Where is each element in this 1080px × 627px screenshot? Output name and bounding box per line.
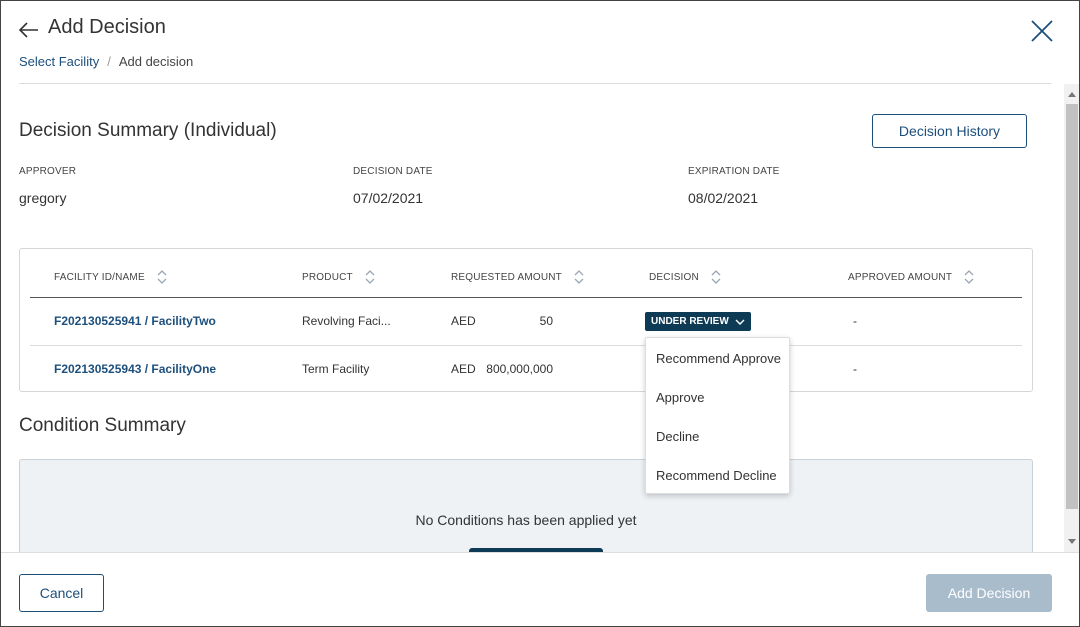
condition-summary-title: Condition Summary bbox=[19, 415, 186, 436]
approved-amount-cell: - bbox=[853, 314, 857, 328]
breadcrumb-separator: / bbox=[107, 54, 111, 69]
facility-link[interactable]: F202130525941 / FacilityTwo bbox=[54, 314, 216, 328]
approver-field: APPROVER gregory bbox=[19, 166, 76, 206]
arrow-left-icon[interactable] bbox=[17, 18, 41, 42]
footer-divider bbox=[1, 552, 1079, 553]
scrollbar-thumb[interactable] bbox=[1066, 104, 1078, 509]
product-cell: Revolving Faci... bbox=[302, 314, 391, 328]
row-divider bbox=[30, 345, 1022, 346]
menu-item-recommend-approve[interactable]: Recommend Approve bbox=[656, 351, 781, 366]
col-header-requested-amount[interactable]: REQUESTED AMOUNT bbox=[451, 270, 584, 284]
decision-options-menu: Recommend Approve Approve Decline Recomm… bbox=[645, 337, 790, 494]
decision-summary-title: Decision Summary (Individual) bbox=[19, 120, 277, 141]
table-header-divider bbox=[30, 297, 1022, 298]
expiration-date-label: EXPIRATION DATE bbox=[688, 166, 780, 177]
sort-icon[interactable] bbox=[157, 270, 167, 284]
menu-item-approve[interactable]: Approve bbox=[656, 390, 704, 405]
sort-icon[interactable] bbox=[574, 270, 584, 284]
modal-body[interactable]: Decision Summary (Individual) Decision H… bbox=[1, 84, 1063, 552]
currency-cell: AED bbox=[451, 362, 476, 376]
sort-icon[interactable] bbox=[964, 270, 974, 284]
breadcrumb: Select Facility / Add decision bbox=[19, 54, 193, 69]
decision-status-dropdown[interactable]: UNDER REVIEW bbox=[645, 312, 751, 331]
sort-icon[interactable] bbox=[711, 270, 721, 284]
scroll-up-arrow-icon[interactable] bbox=[1068, 92, 1076, 97]
product-cell: Term Facility bbox=[302, 362, 370, 376]
add-decision-modal: Add Decision Select Facility / Add decisio… bbox=[0, 0, 1080, 627]
conditions-empty-panel: No Conditions has been applied yet bbox=[19, 459, 1033, 552]
decision-date-field: DECISION DATE 07/02/2021 bbox=[353, 166, 433, 206]
decision-date-value: 07/02/2021 bbox=[353, 190, 424, 206]
menu-item-decline[interactable]: Decline bbox=[656, 429, 699, 444]
chevron-down-icon bbox=[735, 319, 745, 325]
facility-link[interactable]: F202130525943 / FacilityOne bbox=[54, 362, 216, 376]
currency-cell: AED bbox=[451, 314, 476, 328]
add-decision-button[interactable]: Add Decision bbox=[926, 574, 1052, 612]
col-header-label: DECISION bbox=[649, 271, 699, 283]
page-title: Add Decision bbox=[48, 16, 166, 38]
col-header-approved-amount[interactable]: APPROVED AMOUNT bbox=[848, 270, 974, 284]
approver-label: APPROVER bbox=[19, 166, 77, 177]
scroll-down-arrow-icon[interactable] bbox=[1068, 539, 1076, 544]
col-header-label: PRODUCT bbox=[302, 271, 353, 283]
expiration-date-field: EXPIRATION DATE 08/02/2021 bbox=[688, 166, 780, 206]
decision-history-button[interactable]: Decision History bbox=[872, 114, 1027, 148]
col-header-label: REQUESTED AMOUNT bbox=[451, 271, 562, 283]
cancel-button[interactable]: Cancel bbox=[19, 574, 104, 612]
sort-icon[interactable] bbox=[365, 270, 375, 284]
col-header-label: FACILITY ID/NAME bbox=[54, 271, 145, 283]
decision-status-label: UNDER REVIEW bbox=[651, 316, 729, 327]
col-header-label: APPROVED AMOUNT bbox=[848, 271, 953, 283]
conditions-empty-text: No Conditions has been applied yet bbox=[415, 512, 637, 528]
breadcrumb-current: Add decision bbox=[118, 54, 194, 69]
modal-header: Add Decision Select Facility / Add decisio… bbox=[1, 1, 1079, 84]
approved-amount-cell: - bbox=[853, 362, 857, 376]
decision-date-label: DECISION DATE bbox=[353, 166, 433, 177]
amount-cell: 800,000,000 bbox=[486, 362, 553, 376]
amount-cell: 50 bbox=[539, 314, 553, 328]
approver-value: gregory bbox=[19, 190, 67, 206]
facility-table: FACILITY ID/NAME PRODUCT REQUESTED AMOUN… bbox=[19, 248, 1033, 392]
col-header-decision[interactable]: DECISION bbox=[649, 270, 721, 284]
menu-item-recommend-decline[interactable]: Recommend Decline bbox=[656, 468, 777, 483]
col-header-facility[interactable]: FACILITY ID/NAME bbox=[54, 270, 167, 284]
col-header-product[interactable]: PRODUCT bbox=[302, 270, 375, 284]
vertical-scrollbar[interactable] bbox=[1064, 84, 1079, 552]
expiration-date-value: 08/02/2021 bbox=[688, 190, 759, 206]
breadcrumb-select-facility[interactable]: Select Facility bbox=[19, 54, 99, 69]
close-icon[interactable] bbox=[1029, 18, 1055, 44]
